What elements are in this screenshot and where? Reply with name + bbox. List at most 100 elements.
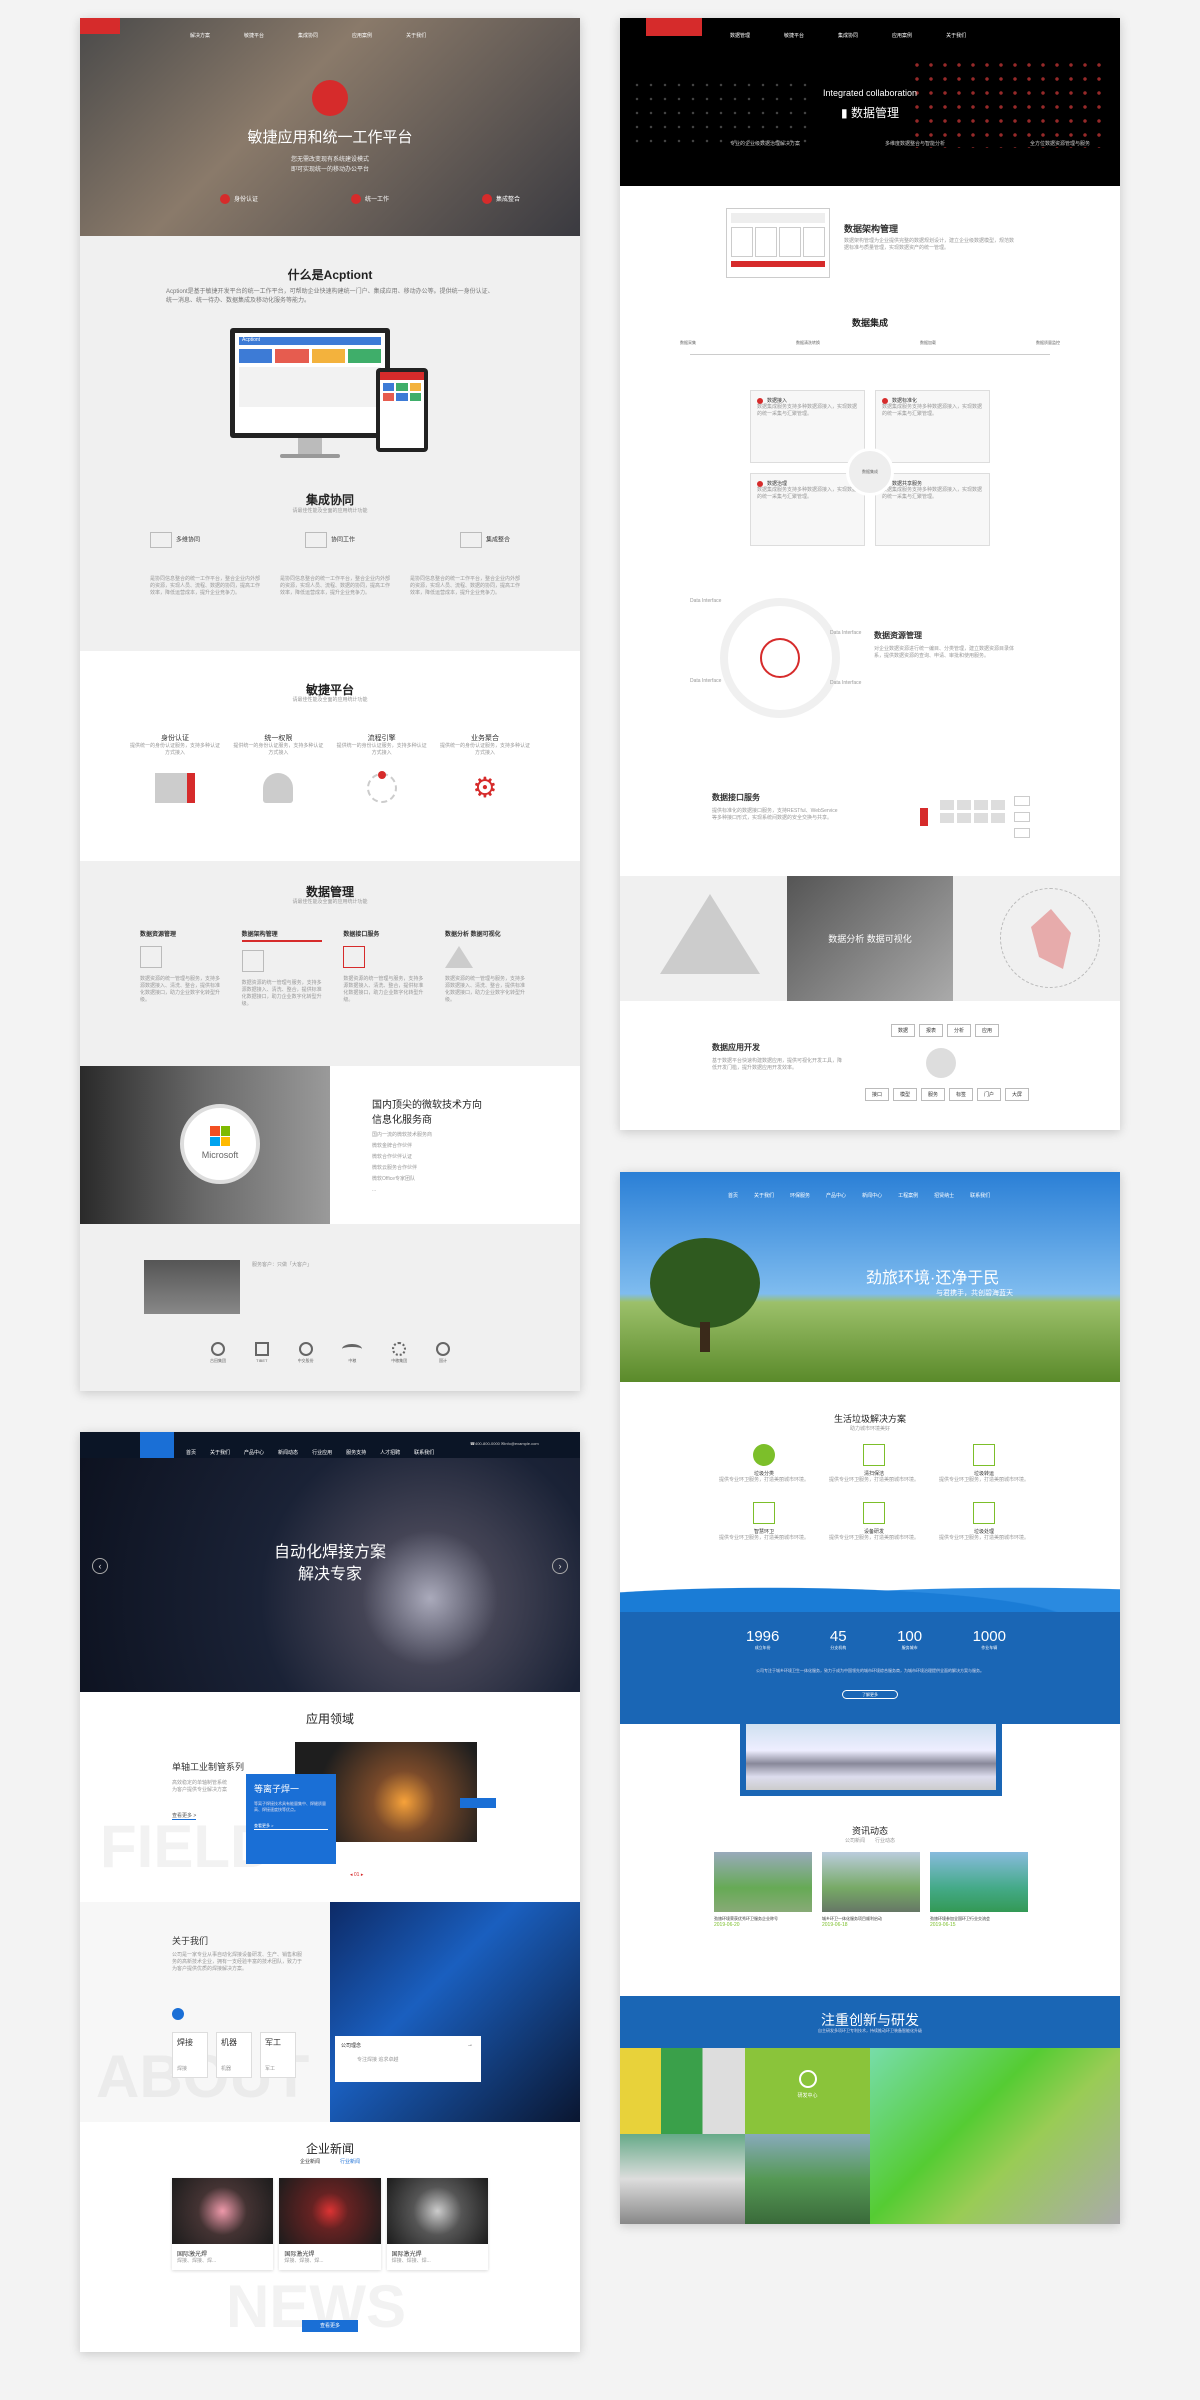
nav-item[interactable]: 行业应用 [312, 1450, 332, 1456]
stats-button[interactable]: 了解更多 [842, 1690, 898, 1699]
timeline-step[interactable]: 数据加载 [920, 340, 936, 346]
dev-user-icon [926, 1048, 956, 1078]
nav-item[interactable]: 首页 [186, 1450, 196, 1456]
integ-text: 是协同信息整合的统一工作平台，整合企业内外部的资源，实现人员、流程、数据的协同，… [410, 576, 521, 596]
timeline-step[interactable]: 数据采集 [680, 340, 696, 346]
integ-text: 是协同信息整合的统一工作平台，整合企业内外部的资源，实现人员、流程、数据的协同，… [280, 576, 391, 596]
news-item[interactable]: 国际激光焊 焊接、焊接、焊... [172, 2178, 274, 2270]
nav-item[interactable]: 关于我们 [406, 33, 426, 39]
nav-item[interactable]: 产品中心 [244, 1450, 264, 1456]
tab-company[interactable]: 公司新闻 [845, 1838, 865, 1844]
news-tabs: 企业新闻 行业新闻 [80, 2158, 580, 2165]
top-nav: 首页 关于我们 环保服务 产品中心 新闻中心 工程案例 招贤纳士 联系我们 [728, 1184, 1006, 1202]
hero-banner: 解决方案 敏捷平台 集成协同 应用案例 关于我们 敏捷应用和统一工作平台 您无需改变现有… [80, 18, 580, 236]
partner-label: 服务客户：只做「大客户」 [252, 1262, 313, 1268]
partner-photo [144, 1260, 240, 1314]
nav-item[interactable]: 人才招聘 [380, 1450, 400, 1456]
about-item[interactable]: 焊接 焊接 [172, 2032, 208, 2078]
nav-item[interactable]: 首页 [728, 1193, 738, 1199]
section-title: 企业新闻 [305, 2142, 354, 2156]
sol-item[interactable]: 垃圾分类 提供专业环卫服务，打造美丽城市环境。 [714, 1444, 814, 1484]
data-items: 数据资源管理 数据资源的统一管理与服务，支持多源数据接入、清洗、整合，提供标准化数… [140, 929, 525, 1008]
logo[interactable] [140, 1432, 174, 1458]
nav-item[interactable]: 应用案例 [892, 33, 912, 39]
section-desc: 数据架构管理为企业提供完整的数据规划设计，建立企业级数据模型，规范数据标准与质量… [844, 238, 1015, 251]
resource-node: Data Interface [830, 630, 862, 636]
prev-arrow-icon[interactable]: ‹ [92, 1558, 108, 1574]
nav-item[interactable]: 新闻动态 [278, 1450, 298, 1456]
tab-industry[interactable]: 行业新闻 [340, 2159, 360, 2165]
nav-item[interactable]: 新闻中心 [862, 1193, 882, 1199]
field-card: 等离子焊一 等离子焊接技术具有能量集中、焊缝质量高、焊接速度快等优点。 查看更多… [246, 1774, 336, 1864]
contact: ☎400-800-0000 ✉info@example.com [470, 1441, 539, 1446]
nav-item[interactable]: 环保服务 [790, 1193, 810, 1199]
logo[interactable] [646, 18, 702, 36]
nav-item[interactable]: 服务支持 [346, 1450, 366, 1456]
about-item[interactable]: 军工 军工 [260, 2032, 296, 2078]
card-more-link[interactable]: 查看更多 > [254, 1823, 328, 1830]
news-more-button[interactable]: 查看更多 [302, 2320, 358, 2332]
hero-features: 身份认证 统一工作 集成整合 [220, 194, 520, 205]
news-item[interactable]: 国际激光焊 焊接、焊接、焊... [279, 2178, 381, 2270]
innov-section: 注重创新与研发 自主研发多项环卫专利技术，持续推动环卫装备智能化升级 研发中心 [620, 1996, 1120, 2224]
arrow-right-icon[interactable]: → [467, 2042, 473, 2048]
news-item[interactable]: 劲旅环境荣获优秀环卫服务企业称号 2019-06-20 [714, 1852, 812, 1929]
about-card: 公司理念 专注焊接 追求卓越 → [335, 2036, 481, 2082]
nav-item[interactable]: 产品中心 [826, 1193, 846, 1199]
news-item[interactable]: 国际激光焊 焊接、焊接、焊... [386, 2178, 488, 2270]
ms-circle: Microsoft [180, 1104, 260, 1184]
agile-items: 身份认证 提供统一的身份认证服务，支持多种认证方式接入 统一权限 提供统一的身份认证… [130, 733, 530, 803]
sol-item[interactable]: 智慧环卫 提供专业环卫服务，打造美丽城市环境。 [714, 1502, 814, 1542]
section-desc: 提供标准化的数据接口服务，支持RESTful、WebService等多种接口形式… [712, 808, 838, 821]
section-title: 数据应用开发 [712, 1043, 760, 1052]
integ-card: 数据治理 数据集成服务支持多种数据源接入，实现数据的统一采集与汇聚管理。 [750, 473, 865, 546]
broom-icon [863, 1444, 885, 1466]
stats-text: 公司专注于城乡环境卫生一体化服务，致力于成为中国领先的城市环境综合服务商，为城市… [756, 1668, 984, 1673]
tab-news[interactable]: 企业新闻 [300, 2159, 320, 2165]
sol-item[interactable]: 清扫保洁 提供专业环卫服务，打造美丽城市环境。 [824, 1444, 924, 1484]
nav-item[interactable]: 解决方案 [190, 33, 210, 39]
nav-item[interactable]: 工程案例 [898, 1193, 918, 1199]
nav-item[interactable]: 数据管理 [730, 33, 750, 39]
section-sub: 请最佳性能及全面的应用统计功能 [292, 697, 368, 703]
about-dot[interactable] [172, 2008, 184, 2020]
section-title: 资讯动态 [851, 1826, 888, 1836]
about-item[interactable]: 机器 机器 [216, 2032, 252, 2078]
cloud-icon [760, 638, 800, 678]
nav-item[interactable]: 关于我们 [210, 1450, 230, 1456]
hero-sub: 与君携手，共创碧海蓝天 [936, 1290, 1013, 1297]
innov-center[interactable]: 研发中心 [745, 2048, 870, 2134]
news-item[interactable]: 城乡环卫一体化服务项目顺利启动 2019-06-18 [822, 1852, 920, 1929]
sol-item[interactable]: 垃圾转运 提供专业环卫服务，打造美丽城市环境。 [934, 1444, 1034, 1484]
sol-item[interactable]: 垃圾处理 提供专业环卫服务，打造美丽城市环境。 [934, 1502, 1034, 1542]
timeline-step[interactable]: 数据质量监控 [1036, 340, 1060, 346]
nav-item[interactable]: 关于我们 [946, 33, 966, 39]
logo[interactable] [80, 18, 120, 34]
agile-item: 统一权限 提供统一的身份认证服务，支持多种认证方式接入 [233, 733, 323, 803]
nav-item[interactable]: 联系我们 [414, 1450, 434, 1456]
nav-item[interactable]: 应用案例 [352, 33, 372, 39]
ms-list: 国内一流的微软技术服务商 微软金牌合作伙伴 微软合作伙伴认证 微软云服务合作伙伴 微软O… [372, 1132, 433, 1193]
nav-item[interactable]: 联系我们 [970, 1193, 990, 1199]
stats-section: 1996 成立年份 45 分支机构 100 服务城市 1000 作业车辆 公司专注于城乡… [620, 1612, 1120, 1724]
section-title: 集成协同 [305, 493, 354, 507]
nav-item[interactable]: 敏捷平台 [244, 33, 264, 39]
news-item[interactable]: 劲旅环境参加全国环卫行业交流会 2019-06-15 [930, 1852, 1028, 1929]
field-pager[interactable]: ◂ 01 ▸ [350, 1872, 363, 1879]
dev-tag: 应用 [975, 1024, 1000, 1037]
nav-item[interactable]: 敏捷平台 [784, 33, 804, 39]
analysis-strip: 数据分析 数据可视化 [620, 876, 1120, 1001]
timeline-step[interactable]: 数据清洗转换 [796, 340, 820, 346]
nav-item[interactable]: 集成协同 [298, 33, 318, 39]
field-btn[interactable] [460, 1798, 496, 1808]
nav-item[interactable]: 招贤纳士 [934, 1193, 954, 1199]
bins-photo [620, 2048, 745, 2134]
tab-industry[interactable]: 行业动态 [875, 1838, 895, 1844]
nav-item[interactable]: 集成协同 [838, 33, 858, 39]
sol-item[interactable]: 设备研发 提供专业环卫服务，打造美丽城市环境。 [824, 1502, 924, 1542]
partner-logos: 古田集团 TIBET 中交股份 中粮 中粮集团 国计 [210, 1342, 450, 1364]
next-arrow-icon[interactable]: › [552, 1558, 568, 1574]
app-tab: Acptiont [239, 337, 381, 345]
nav-item[interactable]: 关于我们 [754, 1193, 774, 1199]
field-more-link[interactable]: 查看更多 > [172, 1812, 197, 1820]
